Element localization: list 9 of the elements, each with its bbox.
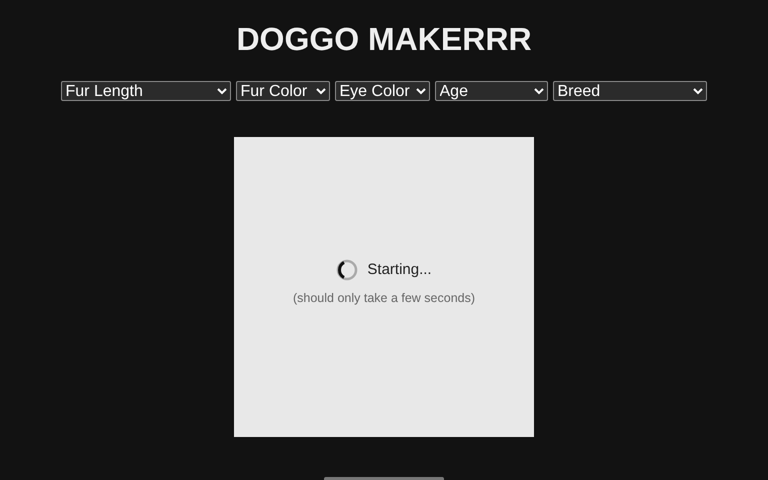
filter-dropdown[interactable]: Age (434, 81, 548, 101)
note-text: (should only take a few seconds) (292, 290, 476, 304)
page-title: DOGGO MAKERRR (236, 20, 532, 58)
filter-dropdown[interactable]: Eye Color (334, 81, 430, 101)
loading-spinner-icon (336, 258, 358, 280)
status-text: Starting... (367, 261, 432, 278)
filter-dropdown[interactable]: Fur Length (60, 81, 230, 101)
filter-dropdown[interactable]: Breed (552, 81, 706, 101)
filter-dropdown[interactable]: Fur Color (236, 81, 330, 101)
